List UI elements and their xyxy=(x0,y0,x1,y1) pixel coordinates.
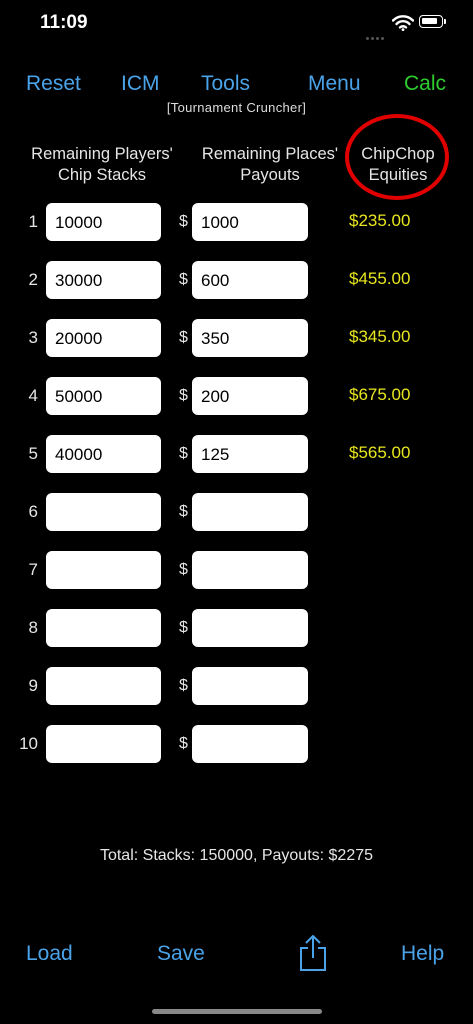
row-number: 1 xyxy=(28,212,38,231)
row-number: 6 xyxy=(28,502,38,521)
payout-input[interactable] xyxy=(192,667,308,705)
payout-input[interactable]: 1000 xyxy=(192,203,308,241)
menu-button[interactable]: Menu xyxy=(308,72,361,96)
dollar-sign: $ xyxy=(179,503,188,520)
chip-stack-input[interactable] xyxy=(46,725,161,763)
row-number: 9 xyxy=(28,676,38,695)
payout-input[interactable] xyxy=(192,609,308,647)
home-indicator xyxy=(152,1009,322,1014)
dollar-sign: $ xyxy=(179,735,188,752)
dollar-sign: $ xyxy=(179,619,188,636)
tools-button[interactable]: Tools xyxy=(201,72,250,96)
chip-stack-input[interactable]: 10000 xyxy=(46,203,161,241)
payouts-header-line1: Remaining Places' xyxy=(201,145,339,163)
totals-summary: Total: Stacks: 150000, Payouts: $2275 xyxy=(99,847,374,864)
dollar-sign: $ xyxy=(179,445,188,462)
player-row: 1 10000 $1000 $235.00 xyxy=(0,203,473,243)
app-subtitle: [Tournament Cruncher] xyxy=(166,100,307,115)
status-bar: 11:09 xyxy=(0,0,473,50)
dollar-sign: $ xyxy=(179,213,188,230)
dollar-sign: $ xyxy=(179,677,188,694)
chip-stack-input[interactable] xyxy=(46,493,161,531)
chip-stack-input[interactable]: 50000 xyxy=(46,377,161,415)
payout-input[interactable] xyxy=(192,493,308,531)
dollar-sign: $ xyxy=(179,271,188,288)
equity-value: $455.00 xyxy=(349,269,411,288)
payouts-header: Remaining Places' Payouts xyxy=(186,144,354,186)
battery-icon xyxy=(419,15,443,28)
payout-input[interactable]: 200 xyxy=(192,377,308,415)
chip-stack-input[interactable]: 20000 xyxy=(46,319,161,357)
payout-input[interactable]: 350 xyxy=(192,319,308,357)
calc-button[interactable]: Calc xyxy=(404,72,446,96)
reset-button[interactable]: Reset xyxy=(26,72,81,96)
dollar-sign: $ xyxy=(179,387,188,404)
chip-stack-input[interactable] xyxy=(46,667,161,705)
battery-tip xyxy=(444,19,446,24)
player-row: 6 $ xyxy=(0,493,473,533)
row-number: 5 xyxy=(28,444,38,463)
chip-stacks-header-line1: Remaining Players' xyxy=(31,145,173,163)
player-row: 4 50000 $200 $675.00 xyxy=(0,377,473,417)
payouts-header-line2: Payouts xyxy=(240,166,300,184)
player-row: 8 $ xyxy=(0,609,473,649)
player-row: 10 $ xyxy=(0,725,473,765)
player-row: 2 30000 $600 $455.00 xyxy=(0,261,473,301)
payout-input[interactable] xyxy=(192,551,308,589)
equity-value: $235.00 xyxy=(349,211,411,230)
share-icon[interactable] xyxy=(298,934,328,972)
chip-stack-input[interactable]: 30000 xyxy=(46,261,161,299)
wifi-icon xyxy=(392,15,414,31)
icm-button[interactable]: ICM xyxy=(121,72,160,96)
payout-input[interactable] xyxy=(192,725,308,763)
dollar-sign: $ xyxy=(179,561,188,578)
chip-stack-input[interactable]: 40000 xyxy=(46,435,161,473)
payout-input[interactable]: 125 xyxy=(192,435,308,473)
equity-value: $565.00 xyxy=(349,443,411,462)
row-number: 2 xyxy=(28,270,38,289)
help-button[interactable]: Help xyxy=(401,942,444,966)
cellular-signal-icon xyxy=(366,27,388,40)
payout-input[interactable]: 600 xyxy=(192,261,308,299)
equity-value: $675.00 xyxy=(349,385,411,404)
player-row: 7 $ xyxy=(0,551,473,591)
player-row: 9 $ xyxy=(0,667,473,707)
player-row: 5 40000 $125 $565.00 xyxy=(0,435,473,475)
chip-stacks-header-line2: Chip Stacks xyxy=(57,166,147,184)
equity-value: $345.00 xyxy=(349,327,411,346)
status-time: 11:09 xyxy=(40,12,88,33)
dollar-sign: $ xyxy=(179,329,188,346)
save-button[interactable]: Save xyxy=(157,942,205,966)
row-number: 7 xyxy=(28,560,38,579)
player-row: 3 20000 $350 $345.00 xyxy=(0,319,473,359)
highlight-circle-annotation xyxy=(345,114,449,200)
chip-stack-input[interactable] xyxy=(46,609,161,647)
row-number: 4 xyxy=(28,386,38,405)
chip-stack-input[interactable] xyxy=(46,551,161,589)
row-number: 10 xyxy=(19,734,38,753)
chip-stacks-header: Remaining Players' Chip Stacks xyxy=(18,144,186,186)
row-number: 8 xyxy=(28,618,38,637)
load-button[interactable]: Load xyxy=(26,942,73,966)
row-number: 3 xyxy=(28,328,38,347)
